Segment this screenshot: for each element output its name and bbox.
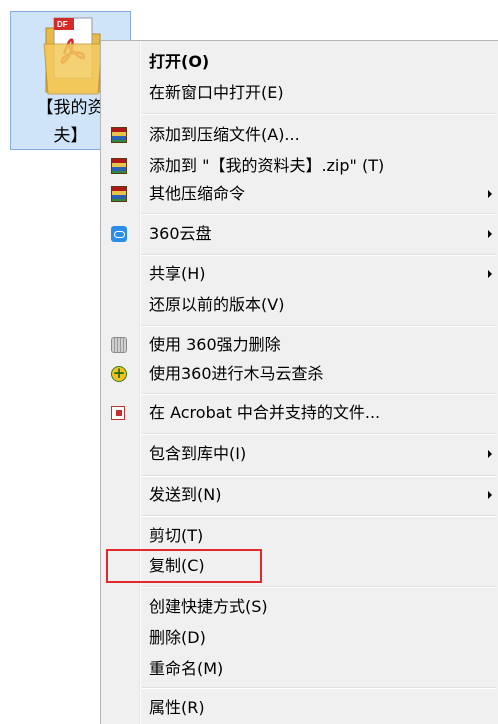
acrobat-icon bbox=[111, 406, 125, 420]
menu-separator bbox=[142, 113, 496, 115]
menu-item-acrobat-combine[interactable]: 在 Acrobat 中合并支持的文件... bbox=[101, 398, 498, 428]
submenu-arrow-icon bbox=[488, 491, 492, 499]
svg-text:DF: DF bbox=[57, 20, 68, 29]
menu-separator bbox=[142, 325, 496, 327]
context-menu: 打开(O) 在新窗口中打开(E) 添加到压缩文件(A)... 添加到 "【我的资… bbox=[100, 40, 498, 724]
submenu-arrow-icon bbox=[488, 190, 492, 198]
menu-item-label: 创建快捷方式(S) bbox=[149, 597, 268, 616]
menu-item-label: 删除(D) bbox=[149, 628, 206, 647]
menu-item-rename[interactable]: 重命名(M) bbox=[101, 654, 498, 684]
menu-item-label: 在 Acrobat 中合并支持的文件... bbox=[149, 403, 381, 422]
menu-item-label: 属性(R) bbox=[149, 698, 205, 717]
menu-separator bbox=[142, 475, 496, 477]
menu-item-send-to[interactable]: 发送到(N) bbox=[101, 480, 498, 510]
menu-item-add-to-zip[interactable]: 添加到 "【我的资料夫】.zip" (T) bbox=[101, 151, 498, 181]
menu-item-delete[interactable]: 删除(D) bbox=[101, 623, 498, 653]
menu-separator bbox=[142, 687, 496, 689]
menu-item-add-to-archive[interactable]: 添加到压缩文件(A)... bbox=[101, 120, 498, 150]
winrar-icon bbox=[111, 158, 127, 174]
menu-item-create-shortcut[interactable]: 创建快捷方式(S) bbox=[101, 592, 498, 622]
menu-item-label: 还原以前的版本(V) bbox=[149, 295, 285, 314]
menu-item-open-new-window[interactable]: 在新窗口中打开(E) bbox=[101, 78, 498, 108]
menu-item-share[interactable]: 共享(H) bbox=[101, 259, 498, 289]
menu-separator bbox=[142, 254, 496, 256]
menu-item-label: 360云盘 bbox=[149, 224, 212, 243]
menu-item-label: 添加到 "【我的资料夫】.zip" (T) bbox=[149, 156, 385, 175]
shredder-icon bbox=[111, 337, 127, 353]
submenu-arrow-icon bbox=[488, 270, 492, 278]
menu-item-360-scan[interactable]: 使用360进行木马云查杀 bbox=[101, 359, 498, 389]
360-scan-icon bbox=[111, 364, 127, 382]
winrar-icon bbox=[111, 186, 127, 202]
submenu-arrow-icon bbox=[488, 450, 492, 458]
menu-separator bbox=[142, 393, 496, 395]
pdf-folder-icon: DF bbox=[43, 17, 103, 95]
menu-item-open[interactable]: 打开(O) bbox=[101, 47, 498, 77]
menu-item-label: 添加到压缩文件(A)... bbox=[149, 125, 300, 144]
menu-item-360-cloud[interactable]: 360云盘 bbox=[101, 219, 498, 249]
winrar-icon bbox=[111, 127, 127, 143]
copy-highlight-box bbox=[106, 549, 262, 583]
menu-item-label: 其他压缩命令 bbox=[149, 184, 246, 203]
submenu-arrow-icon bbox=[488, 230, 492, 238]
menu-item-label: 使用 360强力删除 bbox=[149, 335, 281, 354]
360-cloud-icon bbox=[111, 226, 127, 242]
menu-item-label: 重命名(M) bbox=[149, 659, 224, 678]
menu-item-label: 打开(O) bbox=[149, 52, 210, 71]
menu-item-include-library[interactable]: 包含到库中(I) bbox=[101, 439, 498, 469]
menu-item-properties[interactable]: 属性(R) bbox=[101, 693, 498, 723]
menu-item-label: 共享(H) bbox=[149, 264, 206, 283]
menu-item-label: 包含到库中(I) bbox=[149, 444, 247, 463]
menu-item-other-compress[interactable]: 其他压缩命令 bbox=[101, 179, 498, 209]
menu-item-label: 在新窗口中打开(E) bbox=[149, 83, 284, 102]
menu-separator bbox=[142, 433, 496, 435]
menu-item-label: 使用360进行木马云查杀 bbox=[149, 364, 324, 383]
menu-item-360-shred[interactable]: 使用 360强力删除 bbox=[101, 330, 498, 360]
menu-item-label: 剪切(T) bbox=[149, 526, 204, 545]
menu-separator bbox=[142, 213, 496, 215]
menu-item-cut[interactable]: 剪切(T) bbox=[101, 521, 498, 551]
menu-item-restore-versions[interactable]: 还原以前的版本(V) bbox=[101, 290, 498, 320]
menu-separator bbox=[142, 586, 496, 588]
menu-item-label: 发送到(N) bbox=[149, 485, 222, 504]
menu-separator bbox=[142, 515, 496, 517]
